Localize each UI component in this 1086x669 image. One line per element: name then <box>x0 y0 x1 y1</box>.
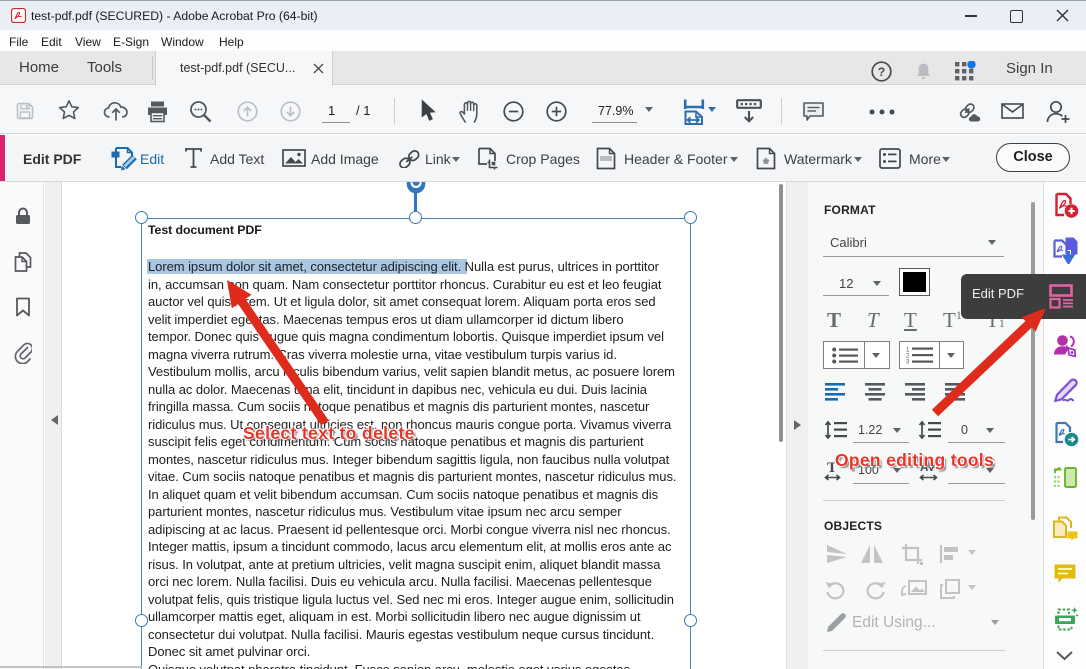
svg-text:3: 3 <box>906 360 910 366</box>
svg-text:?: ? <box>878 65 885 79</box>
